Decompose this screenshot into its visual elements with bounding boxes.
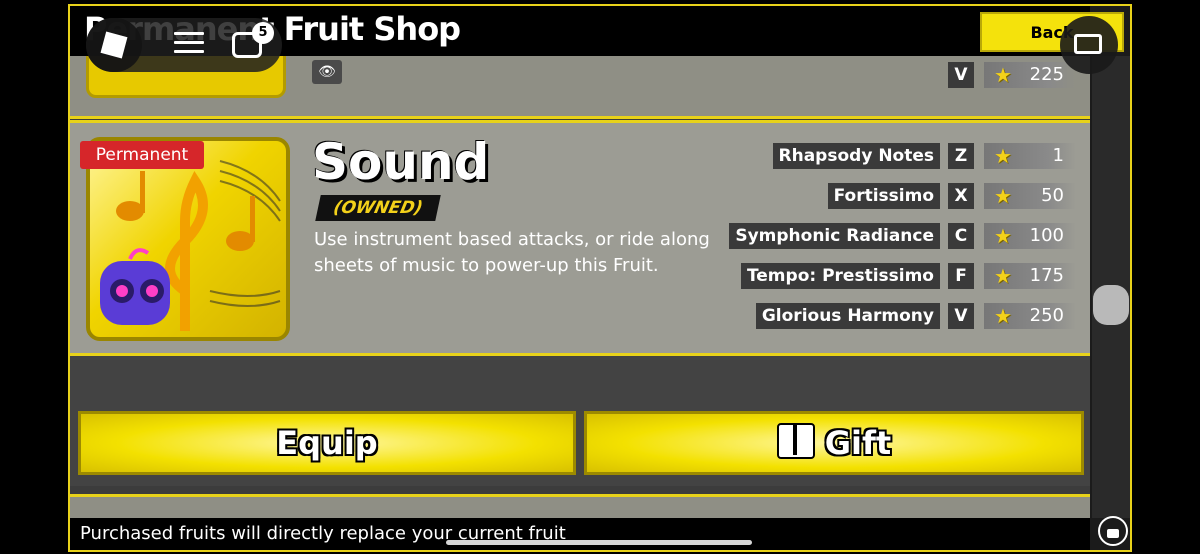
menu-icon[interactable] bbox=[174, 32, 204, 56]
footer-hint: Purchased fruits will directly replace y… bbox=[70, 518, 1090, 550]
chat-count-badge: 5 bbox=[252, 22, 274, 44]
list-item-sound[interactable]: Permanent Sound (OWNED) Use instrument b… bbox=[70, 120, 1090, 356]
move-key: F bbox=[948, 263, 974, 289]
gift-icon bbox=[776, 423, 815, 459]
move-cost: ★ 175 bbox=[984, 263, 1076, 289]
move-cost: ★ 250 bbox=[984, 303, 1076, 329]
gift-button[interactable]: Gift bbox=[584, 411, 1084, 475]
move-name: Glorious Harmony bbox=[755, 303, 940, 329]
move-key: C bbox=[948, 223, 974, 249]
equip-button[interactable]: Equip bbox=[78, 411, 576, 475]
move-name: Symphonic Radiance bbox=[729, 223, 940, 249]
scrollbar-thumb[interactable] bbox=[1093, 285, 1129, 325]
star-icon: ★ bbox=[994, 264, 1012, 288]
fruit-list: 👁 V ★ 225 Permanent Sound (OWNED) Use in… bbox=[70, 56, 1090, 518]
star-icon: ★ bbox=[994, 63, 1012, 87]
star-icon: ★ bbox=[994, 304, 1012, 328]
move-key: Z bbox=[948, 143, 974, 169]
move-cost: ★ 100 bbox=[984, 223, 1076, 249]
move-name: Fortissimo bbox=[827, 183, 940, 209]
move-row: Symphonic Radiance C ★ 100 bbox=[70, 223, 1090, 249]
move-cost: ★ 1 bbox=[984, 143, 1076, 169]
roblox-logo-icon[interactable] bbox=[86, 18, 142, 72]
home-indicator[interactable] bbox=[446, 540, 752, 545]
move-row: Rhapsody Notes Z ★ 1 bbox=[70, 143, 1090, 169]
move-key: X bbox=[948, 183, 974, 209]
move-cost: ★ 50 bbox=[984, 183, 1076, 209]
move-key: V bbox=[948, 303, 974, 329]
star-icon: ★ bbox=[994, 224, 1012, 248]
move-name: Rhapsody Notes bbox=[772, 143, 940, 169]
star-icon: ★ bbox=[994, 144, 1012, 168]
move-row: Tempo: Prestissimo F ★ 175 bbox=[70, 263, 1090, 289]
move-row: Glorious Harmony V ★ 250 bbox=[70, 303, 1090, 329]
move-name: Tempo: Prestissimo bbox=[740, 263, 940, 289]
star-icon: ★ bbox=[994, 184, 1012, 208]
action-bar: Equip Gift bbox=[70, 356, 1090, 486]
list-item-next[interactable] bbox=[70, 494, 1090, 518]
move-row: Fortissimo X ★ 50 bbox=[70, 183, 1090, 209]
move-cost: ★ 225 bbox=[984, 62, 1076, 88]
inventory-icon[interactable] bbox=[1060, 16, 1118, 74]
move-key: V bbox=[948, 62, 974, 88]
lock-icon[interactable] bbox=[1098, 516, 1128, 546]
